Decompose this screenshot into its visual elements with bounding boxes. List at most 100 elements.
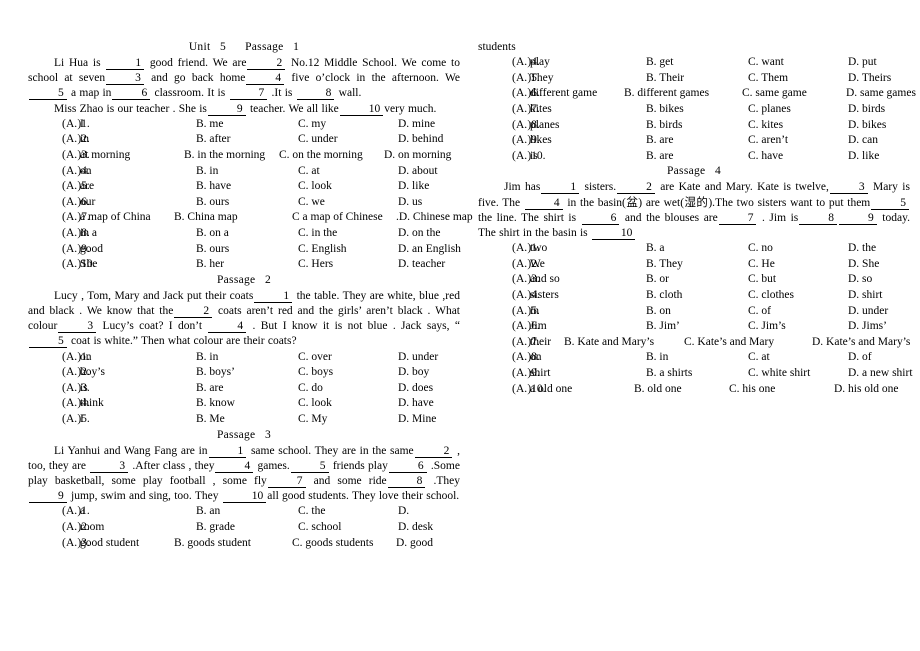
answer-paren[interactable]: ( )8. bbox=[478, 350, 540, 366]
answer-paren[interactable]: ( )7. bbox=[28, 210, 90, 226]
option-c[interactable]: C. goods students bbox=[292, 536, 396, 552]
option-b[interactable]: B. know bbox=[196, 396, 298, 412]
option-d[interactable]: D. an English bbox=[398, 242, 461, 258]
option-d[interactable]: D. mine bbox=[398, 117, 435, 133]
option-row[interactable]: ( )10. A. a old one B. old one C. his one D.… bbox=[478, 382, 910, 398]
option-d[interactable]: D. like bbox=[848, 149, 879, 165]
answer-paren[interactable]: ( )5. bbox=[478, 304, 540, 320]
option-b[interactable]: B. in the morning bbox=[184, 148, 279, 164]
option-b[interactable]: B. old one bbox=[634, 382, 729, 398]
option-c[interactable]: C. Them bbox=[748, 71, 848, 87]
option-b[interactable]: B. Jim’ bbox=[646, 319, 748, 335]
option-row[interactable]: ( )8. A. on B. in C. at D. of bbox=[478, 350, 910, 366]
option-a[interactable]: A. boy’s bbox=[66, 365, 196, 381]
option-d[interactable]: D. same games bbox=[846, 86, 916, 102]
answer-paren[interactable]: ( )3. bbox=[478, 272, 540, 288]
option-b[interactable]: B. a shirts bbox=[646, 366, 748, 382]
option-b[interactable]: B. goods student bbox=[174, 536, 292, 552]
option-d[interactable]: D. teacher bbox=[398, 257, 445, 273]
answer-paren[interactable]: ( )3. bbox=[28, 381, 90, 397]
option-b[interactable]: B. me bbox=[196, 117, 298, 133]
answer-paren[interactable]: ( )2. bbox=[28, 132, 90, 148]
answer-paren[interactable]: ( )2. bbox=[28, 365, 90, 381]
option-b[interactable]: B. cloth bbox=[646, 288, 748, 304]
option-d[interactable]: D. She bbox=[848, 257, 879, 273]
option-d[interactable]: D. of bbox=[848, 350, 872, 366]
option-c[interactable]: C. under bbox=[298, 132, 398, 148]
option-b[interactable]: B. after bbox=[196, 132, 298, 148]
option-d[interactable]: D. the bbox=[848, 241, 876, 257]
option-a[interactable]: A. in a bbox=[66, 226, 196, 242]
option-b[interactable]: B. birds bbox=[646, 118, 748, 134]
option-c[interactable]: C. the bbox=[298, 504, 398, 520]
option-a[interactable]: A. a old one bbox=[516, 382, 634, 398]
option-a[interactable]: A. is bbox=[516, 149, 646, 165]
option-d[interactable]: D. boy bbox=[398, 365, 429, 381]
option-c[interactable]: C. at bbox=[298, 164, 398, 180]
option-c[interactable]: C a map of Chinese bbox=[292, 210, 396, 226]
option-b[interactable]: B. ours bbox=[196, 195, 298, 211]
option-b[interactable]: B. Me bbox=[196, 412, 298, 428]
option-d[interactable]: D. can bbox=[848, 133, 878, 149]
option-a[interactable]: A. in bbox=[516, 304, 646, 320]
option-a[interactable]: A. room bbox=[66, 520, 196, 536]
option-row[interactable]: ( )1. A. on B. in C. over D. under bbox=[28, 350, 460, 366]
option-d[interactable]: D. put bbox=[848, 55, 877, 71]
option-row[interactable]: ( )9. A. good B. ours C. English D. an Engli… bbox=[28, 242, 461, 258]
option-a[interactable]: A. likes bbox=[516, 133, 646, 149]
option-a[interactable]: A. a map of China bbox=[66, 210, 174, 226]
option-a[interactable]: A. in bbox=[66, 132, 196, 148]
option-row[interactable]: ( )1. A. I B. me C. my D. mine bbox=[28, 117, 460, 133]
option-row[interactable]: ( )2. A. in B. after C. under D. behind bbox=[28, 132, 460, 148]
option-row[interactable]: ( )5. A. I B. Me C. My D. Mine bbox=[28, 412, 460, 428]
option-d[interactable]: D. Mine bbox=[398, 412, 436, 428]
option-c[interactable]: C. clothes bbox=[748, 288, 848, 304]
option-a[interactable]: A. We bbox=[516, 257, 646, 273]
option-d[interactable]: D. good bbox=[396, 536, 433, 552]
option-b[interactable]: B. boys’ bbox=[196, 365, 298, 381]
option-d[interactable]: D. under bbox=[398, 350, 438, 366]
option-b[interactable]: B. Their bbox=[646, 71, 748, 87]
option-d[interactable]: D. about bbox=[398, 164, 438, 180]
option-c[interactable]: C. same game bbox=[742, 86, 846, 102]
option-c[interactable]: C. kites bbox=[748, 118, 848, 134]
option-d[interactable]: D. desk bbox=[398, 520, 433, 536]
option-b[interactable]: B. different games bbox=[624, 86, 742, 102]
option-c[interactable]: C. white shirt bbox=[748, 366, 848, 382]
option-c[interactable]: C. Hers bbox=[298, 257, 398, 273]
option-b[interactable]: B. in bbox=[196, 164, 298, 180]
option-row[interactable]: ( )2. A. boy’s B. boys’ C. boys D. boy bbox=[28, 365, 460, 381]
option-row[interactable]: ( )4. A. on B. in C. at D. about bbox=[28, 164, 460, 180]
option-b[interactable]: B. grade bbox=[196, 520, 298, 536]
option-row[interactable]: ( )8. A. in a B. on a C. in the D. on the bbox=[28, 226, 460, 242]
option-c[interactable]: C. have bbox=[748, 149, 848, 165]
option-row[interactable]: ( )4. A. sisters B. cloth C. clothes D. shir… bbox=[478, 288, 910, 304]
option-b[interactable]: B. bikes bbox=[646, 102, 748, 118]
answer-paren[interactable]: ( )6. bbox=[28, 195, 90, 211]
option-d[interactable]: D. birds bbox=[848, 102, 885, 118]
option-b[interactable]: B. are bbox=[646, 133, 748, 149]
option-c[interactable]: C. want bbox=[748, 55, 848, 71]
answer-paren[interactable]: ( )4. bbox=[478, 288, 540, 304]
option-a[interactable]: A. sisters bbox=[516, 288, 646, 304]
option-a[interactable]: A. They bbox=[516, 71, 646, 87]
option-c[interactable]: C. over bbox=[298, 350, 398, 366]
option-b[interactable]: B. They bbox=[646, 257, 748, 273]
option-row[interactable]: ( )7. A. a map of China B. China map C a ma… bbox=[28, 210, 473, 226]
option-a[interactable]: A. good student bbox=[66, 536, 174, 552]
option-a[interactable]: A. our bbox=[66, 195, 196, 211]
option-a[interactable]: A. different game bbox=[516, 86, 624, 102]
option-c[interactable]: C. school bbox=[298, 520, 398, 536]
option-a[interactable]: A. a bbox=[66, 504, 196, 520]
answer-paren[interactable]: ( )6. bbox=[478, 86, 540, 102]
option-d[interactable]: D. a new shirt bbox=[848, 366, 913, 382]
option-a[interactable]: A. I bbox=[66, 412, 196, 428]
option-c[interactable]: C. look bbox=[298, 179, 398, 195]
option-a[interactable]: A. two bbox=[516, 241, 646, 257]
option-d[interactable]: D. his old one bbox=[834, 382, 899, 398]
answer-paren[interactable]: ( )2. bbox=[28, 520, 90, 536]
option-c[interactable]: C. Kate’s and Mary bbox=[684, 335, 812, 351]
option-row[interactable]: ( )1. A. two B. a C. no D. the bbox=[478, 241, 910, 257]
option-c[interactable]: C. boys bbox=[298, 365, 398, 381]
answer-paren[interactable]: ( )9. bbox=[28, 242, 90, 258]
